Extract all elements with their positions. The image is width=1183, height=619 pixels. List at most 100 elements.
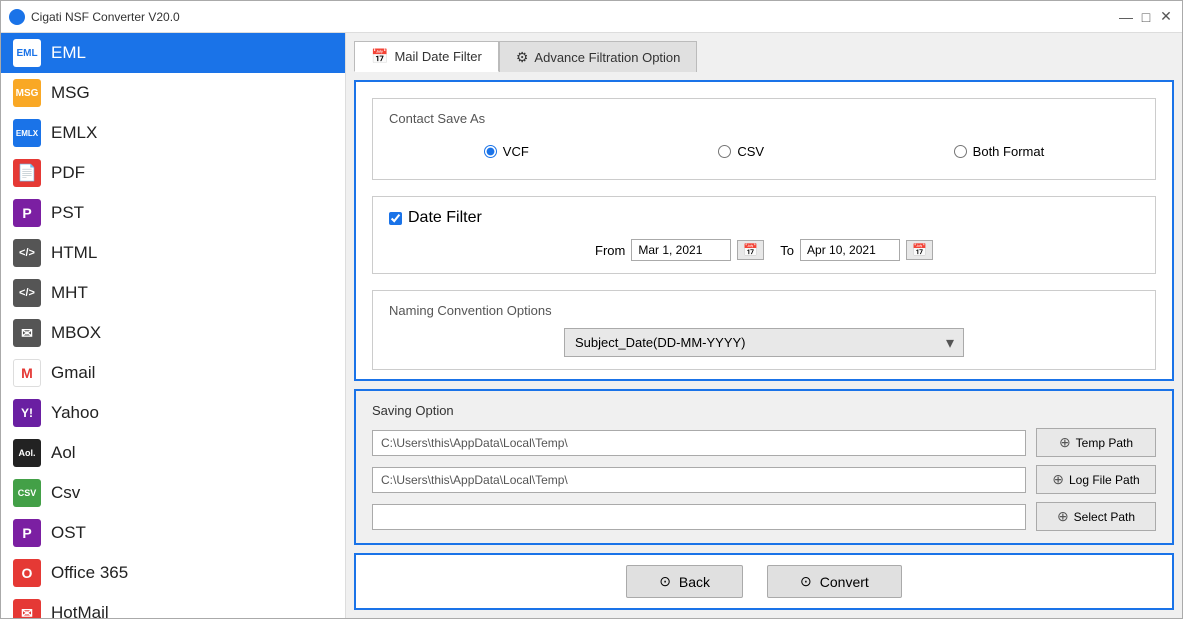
select-path-row: ⊕ Select Path: [372, 502, 1156, 531]
sidebar-item-aol[interactable]: Aol. Aol: [1, 433, 345, 473]
vcf-radio[interactable]: [484, 145, 497, 158]
date-row: From 📅 To 📅: [389, 239, 1139, 261]
sidebar-item-office365-label: Office 365: [51, 563, 128, 583]
csv-radio[interactable]: [718, 145, 731, 158]
temp-path-row: ⊕ Temp Path: [372, 428, 1156, 457]
saving-option-section: Saving Option ⊕ Temp Path ⊕ Log Fil: [354, 389, 1174, 545]
tabs-bar: 📅 Mail Date Filter ⚙ Advance Filtration …: [354, 41, 1174, 72]
sidebar-item-mbox[interactable]: ✉MBOX: [1, 313, 345, 353]
sidebar-item-msg-label: MSG: [51, 83, 90, 103]
saving-rows: ⊕ Temp Path ⊕ Log File Path: [372, 428, 1156, 531]
sidebar-item-pdf-label: PDF: [51, 163, 85, 183]
log-path-icon: ⊕: [1052, 471, 1064, 488]
back-icon: ⊙: [659, 573, 671, 590]
msg-icon: MSG: [13, 79, 41, 107]
gmail-icon: M: [13, 359, 41, 387]
from-field: From 📅: [595, 239, 764, 261]
sidebar-item-yahoo[interactable]: Y!Yahoo: [1, 393, 345, 433]
select-path-label: Select Path: [1074, 510, 1135, 524]
both-format-option[interactable]: Both Format: [954, 144, 1045, 159]
date-filter-section: Date Filter From 📅 To 📅: [372, 196, 1156, 274]
sidebar-item-mht[interactable]: </>MHT: [1, 273, 345, 313]
sidebar-item-hotmail-label: HotMail: [51, 603, 109, 618]
to-calendar-button[interactable]: 📅: [906, 240, 933, 260]
log-path-button[interactable]: ⊕ Log File Path: [1036, 465, 1156, 494]
vcf-option[interactable]: VCF: [484, 144, 529, 159]
sidebar-item-gmail-label: Gmail: [51, 363, 95, 383]
temp-path-button[interactable]: ⊕ Temp Path: [1036, 428, 1156, 457]
sidebar-item-hotmail[interactable]: ✉ HotMail: [1, 593, 345, 618]
mht-icon: </>: [13, 279, 41, 307]
pst-icon: P: [13, 199, 41, 227]
to-label: To: [780, 243, 794, 258]
select-path-button[interactable]: ⊕ Select Path: [1036, 502, 1156, 531]
sidebar-item-emlx-label: EMLX: [51, 123, 97, 143]
csv-option[interactable]: CSV: [718, 144, 764, 159]
csv-label: CSV: [737, 144, 764, 159]
from-label: From: [595, 243, 625, 258]
convert-button[interactable]: ⊙ Convert: [767, 565, 902, 598]
sidebar-item-ost-label: OST: [51, 523, 86, 543]
convert-label: Convert: [820, 574, 869, 590]
emlx-icon: EMLX: [13, 119, 41, 147]
temp-path-field[interactable]: [372, 430, 1026, 456]
naming-convention-select[interactable]: Subject_Date(DD-MM-YYYY) Date_Subject(DD…: [564, 328, 964, 357]
yahoo-icon: Y!: [13, 399, 41, 427]
contact-save-as-label: Contact Save As: [389, 111, 1139, 126]
convert-icon: ⊙: [800, 573, 812, 590]
tab-advance-filtration[interactable]: ⚙ Advance Filtration Option: [499, 41, 698, 72]
minimize-button[interactable]: —: [1118, 9, 1134, 25]
both-radio[interactable]: [954, 145, 967, 158]
html-icon: </>: [13, 239, 41, 267]
sidebar-item-html-label: HTML: [51, 243, 97, 263]
app-title: Cigati NSF Converter V20.0: [31, 10, 180, 24]
main-content: EMLEMLMSGMSGEMLXEMLX📄PDFPPST</>HTML</>MH…: [1, 33, 1182, 618]
select-path-field[interactable]: [372, 504, 1026, 530]
csv-icon: CSV: [13, 479, 41, 507]
sidebar-item-emlx[interactable]: EMLX EMLX: [1, 113, 345, 153]
ost-icon: P: [13, 519, 41, 547]
saving-option-label: Saving Option: [372, 403, 1156, 418]
sidebar-item-msg[interactable]: MSG MSG: [1, 73, 345, 113]
to-date-input[interactable]: [800, 239, 900, 261]
maximize-button[interactable]: □: [1138, 9, 1154, 25]
aol-icon: Aol.: [13, 439, 41, 467]
log-path-field[interactable]: [372, 467, 1026, 493]
close-button[interactable]: ✕: [1158, 9, 1174, 25]
from-calendar-button[interactable]: 📅: [737, 240, 764, 260]
sidebar-item-eml[interactable]: EML EML: [1, 33, 345, 73]
tab-mail-date-filter[interactable]: 📅 Mail Date Filter: [354, 41, 499, 72]
temp-path-icon: ⊕: [1059, 434, 1071, 451]
date-filter-header: Date Filter: [389, 209, 1139, 227]
sidebar-item-eml-label: EML: [51, 43, 86, 63]
back-button[interactable]: ⊙ Back: [626, 565, 743, 598]
naming-select-wrapper: Subject_Date(DD-MM-YYYY) Date_Subject(DD…: [564, 328, 964, 357]
sidebar-item-csv[interactable]: CSVCsv: [1, 473, 345, 513]
tab-mail-date-label: Mail Date Filter: [394, 49, 481, 64]
title-bar-left: Cigati NSF Converter V20.0: [9, 9, 180, 25]
from-date-input[interactable]: [631, 239, 731, 261]
bottom-bar: ⊙ Back ⊙ Convert: [354, 553, 1174, 610]
tab-advance-label: Advance Filtration Option: [534, 50, 680, 65]
eml-icon: EML: [13, 39, 41, 67]
sidebar-item-gmail[interactable]: M Gmail: [1, 353, 345, 393]
contact-save-as-options: VCF CSV Both Format: [389, 136, 1139, 167]
date-filter-checkbox[interactable]: [389, 212, 402, 225]
app-icon: [9, 9, 25, 25]
advance-icon: ⚙: [516, 49, 529, 66]
sidebar-item-ost[interactable]: P OST: [1, 513, 345, 553]
sidebar-item-html[interactable]: </> HTML: [1, 233, 345, 273]
hotmail-icon: ✉: [13, 599, 41, 618]
sidebar-item-pst-label: PST: [51, 203, 84, 223]
both-format-label: Both Format: [973, 144, 1045, 159]
sidebar-item-pst[interactable]: P PST: [1, 193, 345, 233]
sidebar-item-pdf[interactable]: 📄PDF: [1, 153, 345, 193]
sidebar-item-office365[interactable]: OOffice 365: [1, 553, 345, 593]
sidebar: EMLEMLMSGMSGEMLXEMLX📄PDFPPST</>HTML</>MH…: [1, 33, 346, 618]
back-label: Back: [679, 574, 710, 590]
sidebar-item-aol-label: Aol: [51, 443, 76, 463]
right-panel: 📅 Mail Date Filter ⚙ Advance Filtration …: [346, 33, 1182, 618]
vcf-label: VCF: [503, 144, 529, 159]
naming-dropdown-wrapper: Subject_Date(DD-MM-YYYY) Date_Subject(DD…: [389, 328, 1139, 357]
to-field: To 📅: [780, 239, 933, 261]
